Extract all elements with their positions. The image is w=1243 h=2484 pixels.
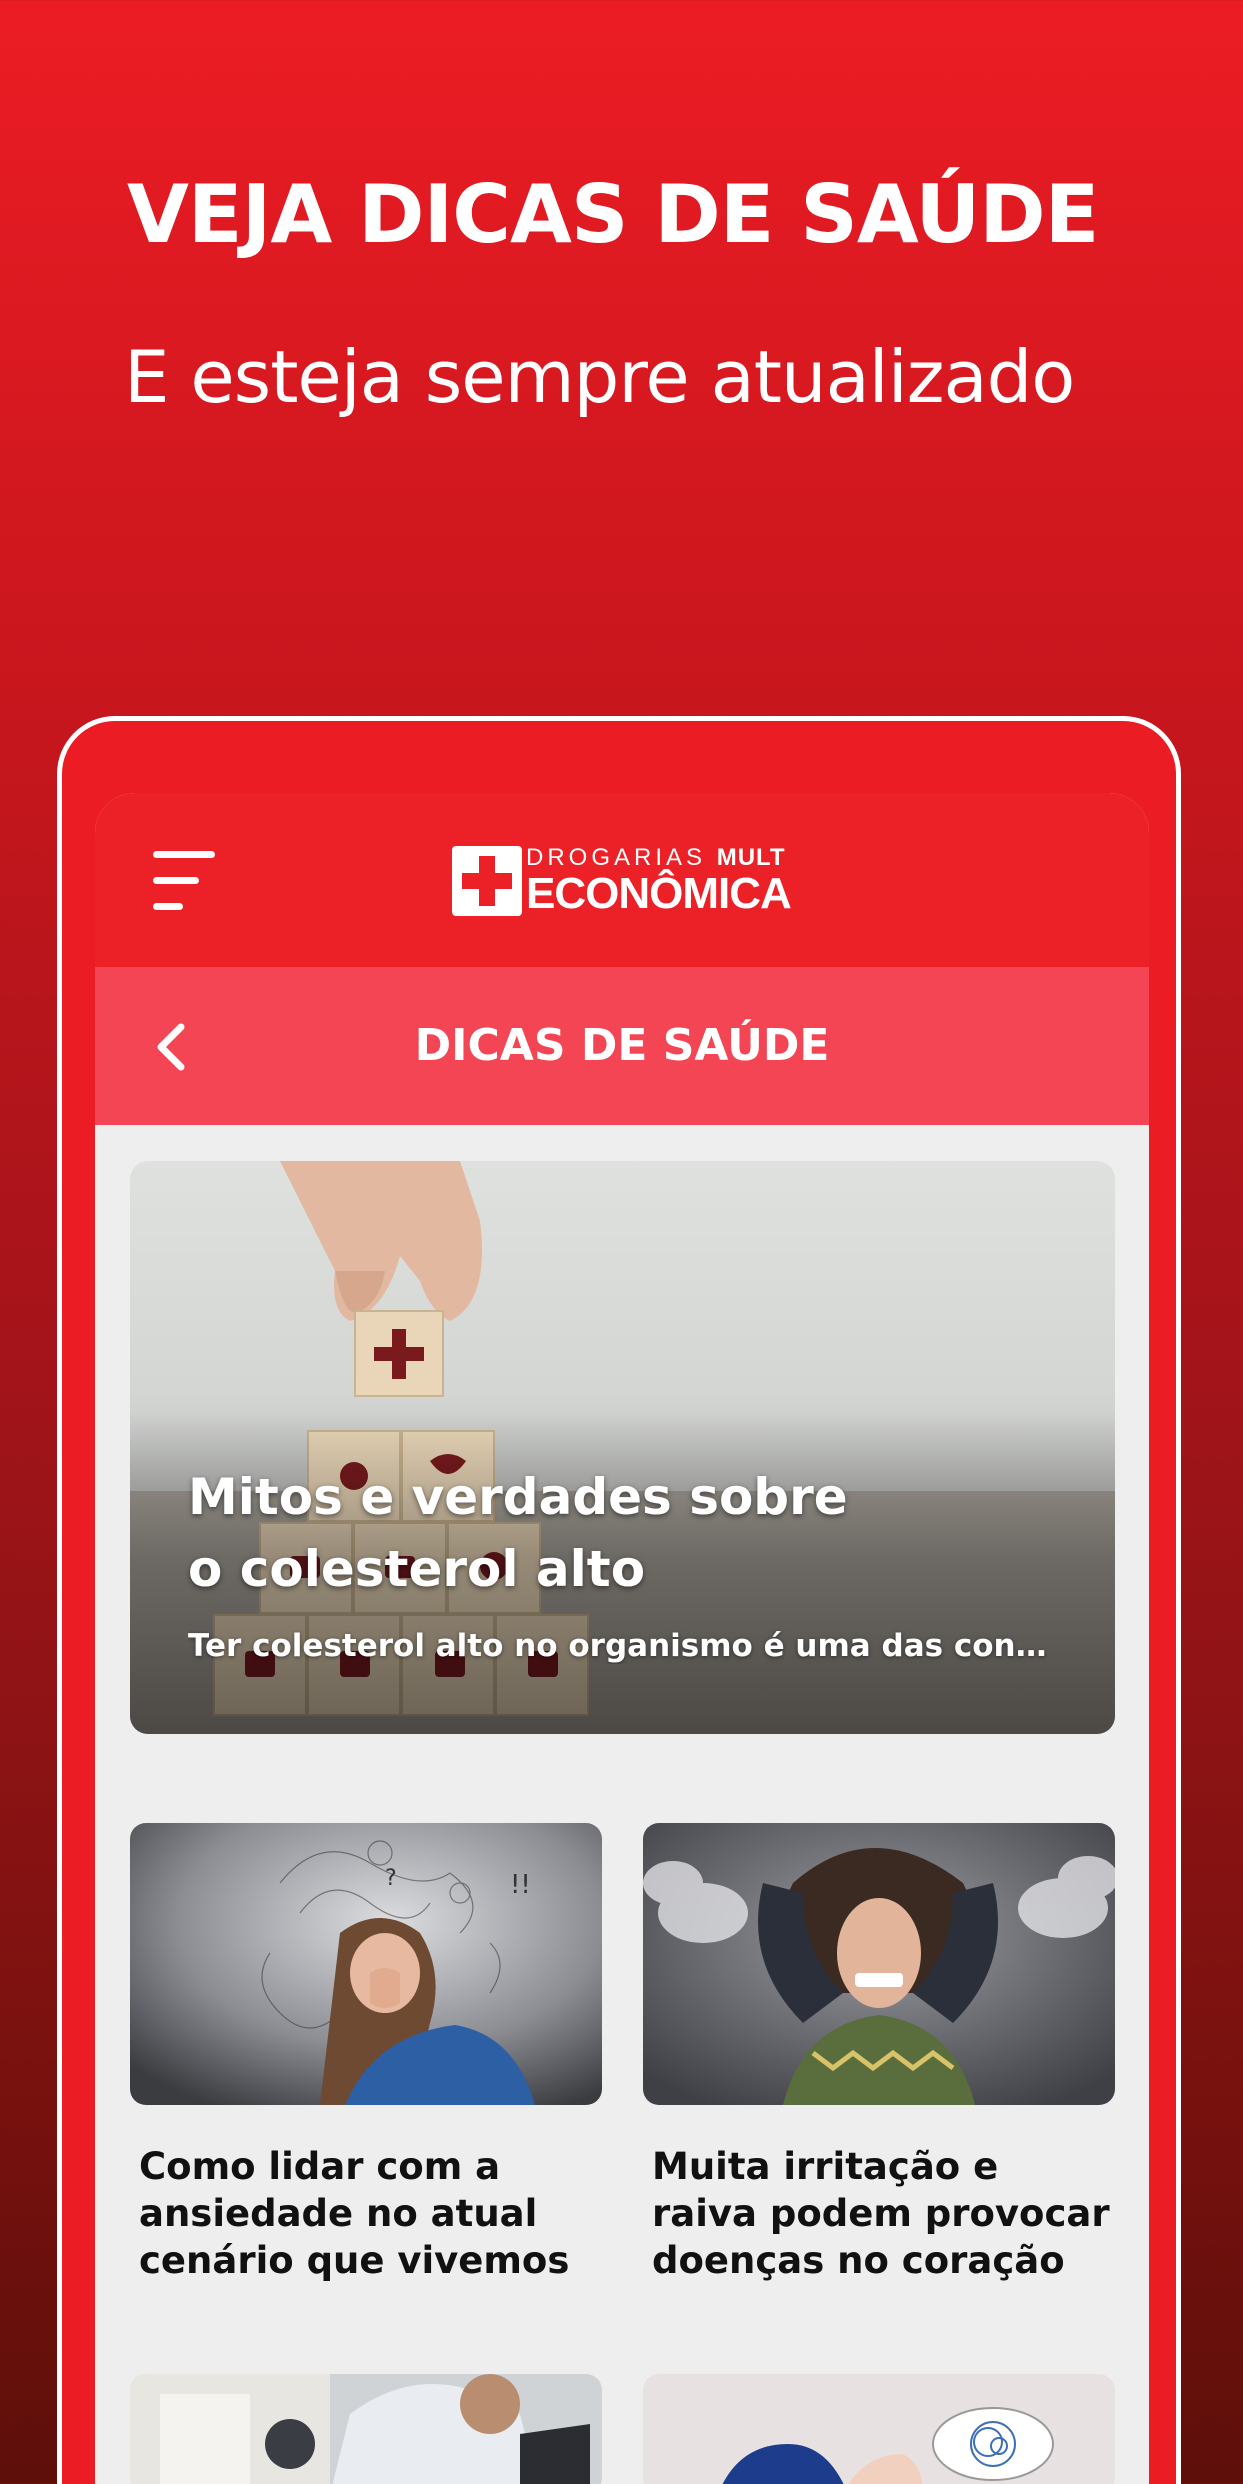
article-image: ? !! — [130, 1823, 602, 2105]
article-card[interactable]: Muita irritação e raiva podem provocar d… — [643, 1823, 1115, 2284]
svg-text:?: ? — [385, 1866, 397, 1891]
page-title: DICAS DE SAÚDE — [414, 1020, 830, 1071]
article-card[interactable] — [643, 2374, 1115, 2484]
article-image — [643, 2374, 1115, 2484]
page-header: DICAS DE SAÚDE — [95, 967, 1149, 1125]
cross-icon — [452, 846, 522, 916]
logo-text-top: DROGARIAS — [526, 844, 707, 871]
logo-text-bold: MULT — [716, 844, 786, 871]
article-title: Como lidar com a ansiedade no atual cená… — [139, 2145, 570, 2282]
phone-frame: DROGARIAS MULT ECONÔMICA DICAS DE SAÚDE — [57, 716, 1181, 2484]
featured-article-description: Ter colesterol alto no organismo é uma d… — [188, 1628, 1058, 1664]
promo-title: VEJA DICAS DE SAÚDE — [127, 168, 1099, 261]
article-card[interactable] — [130, 2374, 602, 2484]
logo-text-bottom: ECONÔMICA — [526, 869, 792, 918]
featured-article-title: Mitos e verdades sobre o colesterol alto — [188, 1468, 848, 1598]
featured-article-card[interactable]: Mitos e verdades sobre o colesterol alto… — [130, 1161, 1115, 1734]
menu-icon[interactable] — [153, 851, 217, 911]
back-arrow-icon[interactable] — [143, 1017, 203, 1077]
app-screen: DROGARIAS MULT ECONÔMICA DICAS DE SAÚDE — [95, 793, 1149, 2484]
brand-logo: DROGARIAS MULT ECONÔMICA — [452, 843, 792, 919]
article-card[interactable]: ? !! Como lidar com a ansiedade no atual… — [130, 1823, 602, 2284]
app-bar: DROGARIAS MULT ECONÔMICA — [95, 793, 1149, 967]
promo-subtitle: E esteja sempre atualizado — [124, 335, 1075, 419]
article-image — [130, 2374, 602, 2484]
article-title: Muita irritação e raiva podem provocar d… — [652, 2145, 1110, 2282]
article-image — [643, 1823, 1115, 2105]
svg-text:!!: !! — [510, 1870, 531, 1900]
